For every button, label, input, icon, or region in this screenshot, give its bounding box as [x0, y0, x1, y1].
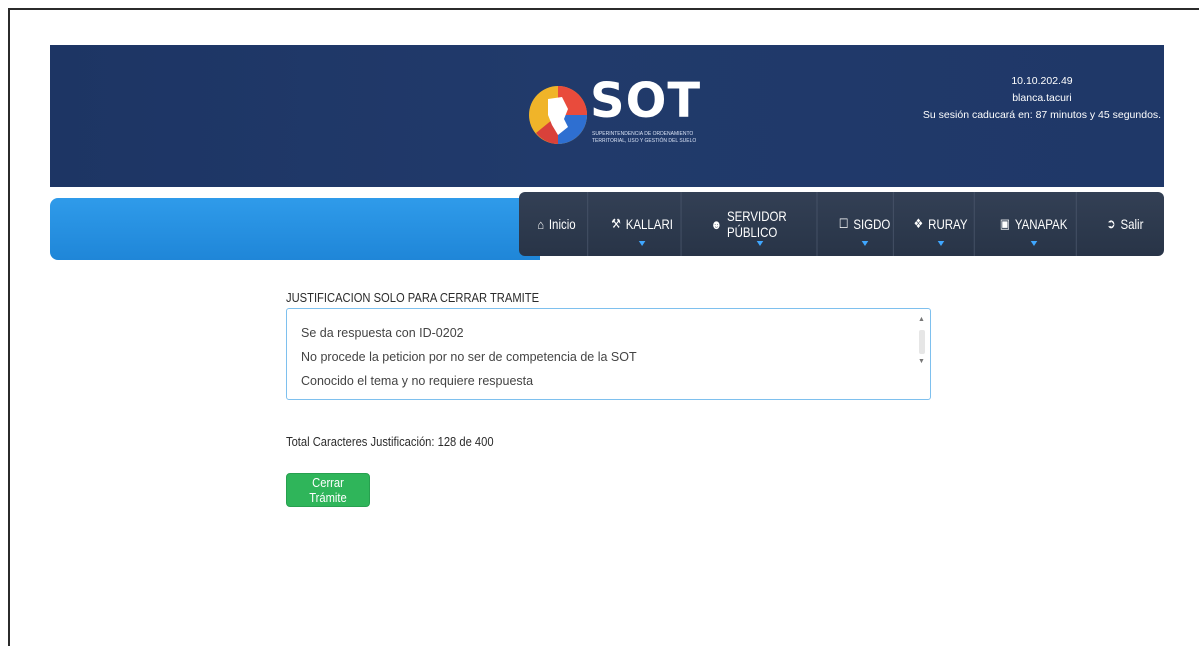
- scroll-up-icon[interactable]: ▲: [918, 316, 925, 323]
- sot-emblem-icon: [529, 86, 587, 144]
- nav-label: RURAY: [928, 216, 968, 232]
- justification-textarea[interactable]: Se da respuesta con ID-0202 No procede l…: [286, 308, 931, 400]
- nav-label: Salir: [1120, 216, 1144, 232]
- textarea-scrollbar[interactable]: ▲ ▼: [918, 316, 926, 376]
- scroll-down-icon[interactable]: ▼: [918, 358, 925, 365]
- close-button-label: Cerrar Trámite: [309, 475, 347, 505]
- user-icon: ☻: [710, 216, 723, 232]
- nav-item-sigdo[interactable]: ☐ SIGDO: [836, 192, 894, 256]
- session-timer: Su sesión caducará en: 87 minutos y 45 s…: [922, 109, 1162, 121]
- main-nav: ⌂ Inicio ⚒ KALLARI ☻ SERVIDOR PÚBLICO ☐ …: [519, 192, 1164, 256]
- logo-subtitle: Superintendencia de Ordenamiento Territo…: [592, 131, 697, 144]
- caret-down-icon: [756, 241, 763, 246]
- tag-icon: ❖: [913, 216, 924, 231]
- logout-icon: ➲: [1106, 216, 1116, 231]
- caret-down-icon: [1030, 241, 1037, 246]
- nav-label: YANAPAK: [1014, 216, 1068, 232]
- gavel-icon: ⚒: [611, 216, 621, 231]
- nav-item-ruray[interactable]: ❖ RURAY: [907, 192, 975, 256]
- nav-label: SIGDO: [853, 216, 891, 232]
- caret-down-icon: [861, 241, 868, 246]
- nav-item-salir[interactable]: ➲ Salir: [1093, 192, 1157, 256]
- navbar-left-strip: [50, 198, 540, 260]
- nav-item-inicio[interactable]: ⌂ Inicio: [526, 192, 589, 256]
- nav-item-kallari[interactable]: ⚒ KALLARI: [604, 192, 682, 256]
- ip-address: 10.10.202.49: [1011, 75, 1073, 87]
- logo-text: SOT: [590, 73, 702, 129]
- scroll-thumb[interactable]: [919, 330, 925, 354]
- nav-item-servidor-publico[interactable]: ☻ SERVIDOR PÚBLICO: [703, 192, 818, 256]
- file-icon: ☐: [838, 216, 849, 231]
- char-count: Total Caracteres Justificación: 128 de 4…: [286, 434, 494, 449]
- nav-label: SERVIDOR PÚBLICO: [726, 208, 787, 240]
- briefcase-icon: ▣: [999, 216, 1010, 231]
- close-tramite-button[interactable]: Cerrar Trámite: [286, 473, 370, 507]
- caret-down-icon: [937, 241, 944, 246]
- header-banner: SOT Superintendencia de Ordenamiento Ter…: [50, 45, 1164, 187]
- caret-down-icon: [638, 241, 646, 246]
- session-info: 10.10.202.49 blanca.tacuri Su sesión cad…: [920, 73, 1164, 124]
- nav-label: KALLARI: [625, 216, 673, 232]
- home-icon: ⌂: [537, 216, 544, 232]
- nav-item-yanapak[interactable]: ▣ YANAPAK: [991, 192, 1077, 256]
- username: blanca.tacuri: [1012, 92, 1072, 104]
- justification-label: JUSTIFICACION SOLO PARA CERRAR TRAMITE: [286, 290, 540, 305]
- nav-label: Inicio: [548, 216, 576, 232]
- sot-logo: SOT Superintendencia de Ordenamiento Ter…: [528, 67, 700, 167]
